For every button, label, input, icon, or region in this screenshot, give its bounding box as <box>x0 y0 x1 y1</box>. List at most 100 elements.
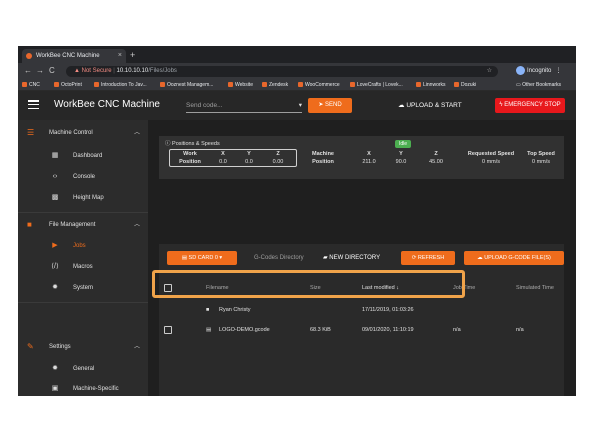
sidebar-item-general[interactable]: ✹ General <box>18 360 148 378</box>
incognito-label: Incognito <box>527 68 552 75</box>
app-title: WorkBee CNC Machine <box>54 99 160 110</box>
sidebar-item-machine-specific[interactable]: ▣ Machine-Specific <box>18 380 148 396</box>
chip-icon: ▣ <box>51 385 59 392</box>
bookmark-item[interactable]: Ooznest Managem... <box>160 80 213 90</box>
sidebar-group-label: File Management <box>49 222 96 228</box>
bookmark-favicon-icon <box>350 82 355 88</box>
chevron-up-icon: ︿ <box>133 130 140 136</box>
refresh-button[interactable]: ⟳ REFRESH <box>401 251 455 265</box>
url-path: /Files/Jobs <box>148 68 177 74</box>
bookmark-item[interactable]: OctoPrint <box>54 80 82 90</box>
sidebar-item-dashboard[interactable]: ▦ Dashboard <box>18 147 148 165</box>
url-input[interactable]: ▲ Not Secure | 10.10.10.10/Files/Jobs ☆ <box>66 66 498 77</box>
code-icon: ‹› <box>52 173 58 180</box>
upload-start-button[interactable]: ☁ UPLOAD & START <box>398 100 462 112</box>
sidebar-item-system[interactable]: ✹ System <box>18 279 148 297</box>
upload-gcode-button[interactable]: ☁ UPLOAD G-CODE FILE(S) <box>464 251 564 265</box>
bookmark-favicon-icon <box>454 82 459 88</box>
folder-icon: ■ <box>27 220 32 229</box>
tab-strip: WorkBee CNC Machine × + <box>18 46 576 63</box>
bookmark-favicon-icon <box>298 82 303 88</box>
bookmarks-bar: CNC OctoPrint Introduction To Jav... Ooz… <box>18 80 576 91</box>
column-header[interactable]: Simulated Time <box>516 280 554 296</box>
incognito-profile[interactable]: Incognito ⋮ <box>516 66 561 77</box>
position-label: Position <box>179 159 201 165</box>
bookmark-favicon-icon <box>22 82 27 88</box>
grid-icon: ▩ <box>51 194 59 201</box>
bookmark-item[interactable]: Dozuki <box>454 80 476 90</box>
browser-menu-icon[interactable]: ⋮ <box>555 68 561 74</box>
upload-start-label: UPLOAD & START <box>406 102 462 109</box>
sidebar: ☰ Machine Control ︿ ▦ Dashboard ‹› Conso… <box>18 120 148 396</box>
bookmark-item[interactable]: Zendesk <box>262 80 288 90</box>
bookmark-item[interactable]: Website <box>228 80 253 90</box>
table-row[interactable]: ■ Ryan Christy 17/11/2019, 01:03:26 <box>159 300 564 320</box>
folder-icon: ■ <box>206 307 210 313</box>
send-button[interactable]: ➤ SEND <box>308 98 352 113</box>
sidebar-item-label: Console <box>73 174 96 180</box>
axis-label: Y <box>399 151 403 157</box>
bookmark-favicon-icon <box>160 82 165 88</box>
emergency-stop-label: EMERGENCY STOP <box>504 102 561 108</box>
bookmark-favicon-icon <box>262 82 267 88</box>
work-label: Work <box>183 151 197 157</box>
sidebar-item-height-map[interactable]: ▩ Height Map <box>18 189 148 207</box>
sidebar-divider <box>18 302 148 303</box>
emergency-stop-button[interactable]: ϟ EMERGENCY STOP <box>495 98 565 113</box>
bookmark-item[interactable]: WooCommerce <box>298 80 340 90</box>
bookmark-favicon-icon <box>416 82 421 88</box>
bookmark-star-icon[interactable]: ☆ <box>487 66 492 77</box>
new-directory-button[interactable]: ▰ NEW DIRECTORY <box>323 251 380 265</box>
chevron-up-icon: ︿ <box>133 222 140 228</box>
sidebar-item-jobs[interactable]: ▶ Jobs <box>18 237 148 255</box>
sidebar-item-label: System <box>73 285 94 291</box>
sidebar-group-file-management[interactable]: ■ File Management ︿ <box>18 216 148 234</box>
bookmark-item[interactable]: Introduction To Jav... <box>94 80 147 90</box>
directory-label: G-Codes Directory <box>254 255 304 261</box>
dropdown-caret-icon[interactable]: ▾ <box>299 100 302 112</box>
bookmark-item[interactable]: CNC <box>22 80 40 90</box>
bookmark-favicon-icon <box>54 82 59 88</box>
bookmark-item[interactable]: LoveCrafts | Lovek... <box>350 80 403 90</box>
sidebar-group-machine-control[interactable]: ☰ Machine Control ︿ <box>18 124 148 142</box>
back-icon[interactable]: ← <box>24 66 32 76</box>
row-checkbox[interactable] <box>164 326 172 334</box>
sidebar-group-label: Settings <box>49 344 71 350</box>
play-icon: ▶ <box>52 242 58 249</box>
forward-icon[interactable]: → <box>36 66 44 76</box>
sidebar-item-label: General <box>73 366 95 372</box>
other-bookmarks[interactable]: ▭ Other Bookmarks <box>516 80 561 90</box>
table-row[interactable]: ▤ LOGO-DEMO.gcode 68.3 KiB 09/01/2020, 1… <box>159 320 564 340</box>
code-slash-icon: ⟨/⟩ <box>51 263 59 270</box>
axis-label: X <box>367 151 371 157</box>
file-icon: ▤ <box>206 327 212 333</box>
bookmark-item[interactable]: Linnworks <box>416 80 446 90</box>
axis-label: Z <box>434 151 438 157</box>
main-content: ⓘ Positions & Speeds Idle Work Position … <box>148 120 576 396</box>
highlight-box <box>152 270 465 298</box>
sidebar-item-label: Jobs <box>73 243 86 249</box>
sidebar-item-label: Height Map <box>73 195 104 201</box>
dashboard-icon: ▦ <box>51 152 59 159</box>
new-tab-icon[interactable]: + <box>130 49 135 61</box>
sidebar-item-label: Dashboard <box>73 153 103 159</box>
file-job-time: n/a <box>453 327 461 333</box>
send-code-placeholder: Send code... <box>186 102 223 109</box>
machine-x-value: 211.0 <box>362 159 376 165</box>
sidebar-group-settings[interactable]: ✎ Settings ︿ <box>18 338 148 356</box>
browser-tab[interactable]: WorkBee CNC Machine × <box>22 49 126 63</box>
work-z-value: 0.00 <box>272 159 284 165</box>
status-badge: Idle <box>395 140 412 148</box>
reload-icon[interactable]: C <box>49 66 55 76</box>
file-modified: 17/11/2019, 01:03:26 <box>362 307 414 313</box>
sd-card-select[interactable]: ▤ SD CARD 0 ▾ <box>167 251 237 265</box>
tab-close-icon[interactable]: × <box>118 49 122 63</box>
sidebar-item-macros[interactable]: ⟨/⟩ Macros <box>18 258 148 276</box>
gear-icon: ✹ <box>52 284 58 291</box>
hamburger-menu-icon[interactable] <box>28 100 39 110</box>
send-code-input[interactable]: Send code... ▾ <box>186 100 302 113</box>
wrench-icon: ✎ <box>27 342 34 351</box>
sidebar-item-console[interactable]: ‹› Console <box>18 168 148 186</box>
info-icon: ⓘ <box>165 141 173 147</box>
axis-label: Z <box>276 151 280 157</box>
